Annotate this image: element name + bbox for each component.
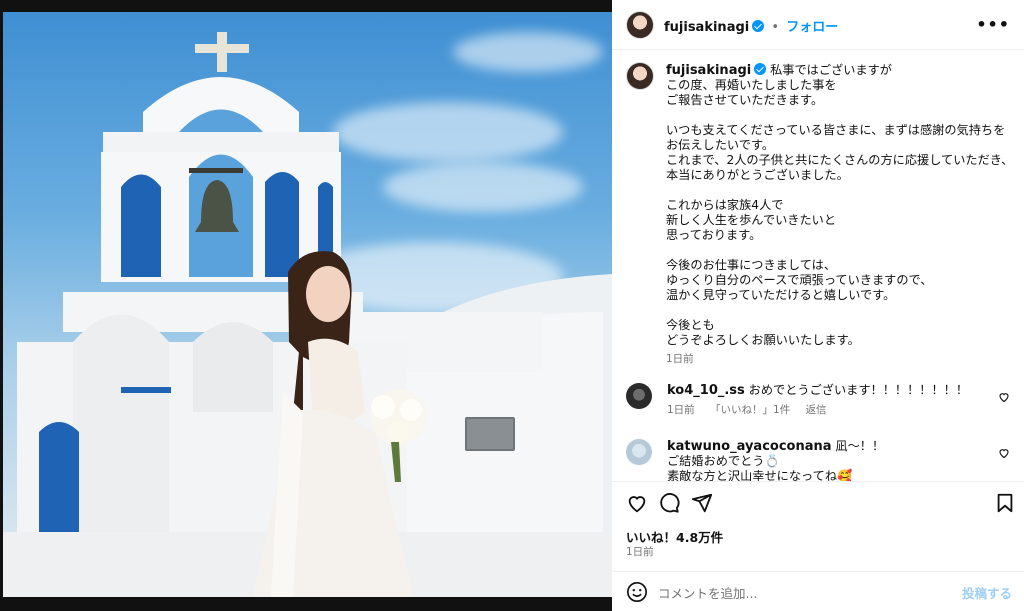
caption-line: ゆっくり自分のペースで頑張っていきますので、	[666, 273, 933, 287]
caption-line	[666, 183, 1016, 198]
header-username[interactable]: fujisakinagi	[664, 20, 749, 35]
verified-icon	[752, 20, 765, 32]
comment-text: おめでとうございます！！！！！！！！	[748, 383, 969, 397]
heart-icon[interactable]	[626, 492, 648, 514]
bookmark-icon[interactable]	[994, 492, 1016, 514]
comment-likes[interactable]: 「いいね！」1件	[710, 404, 790, 416]
caption-line	[666, 243, 1016, 258]
caption-avatar[interactable]	[626, 62, 654, 90]
comment-input[interactable]: コメントを追加...	[658, 583, 757, 602]
caption-line: ご報告させていただきます。	[666, 93, 824, 107]
caption-line: 思っております。	[666, 228, 762, 242]
avatar[interactable]	[626, 11, 654, 39]
caption-line: いつも支えてくださっている皆さまに、まずは感謝の気持ちを	[666, 123, 1006, 137]
caption-line: 今後とも	[666, 318, 715, 332]
like-comment-icon[interactable]	[998, 391, 1010, 403]
post-side-panel: fujisakinagi • フォロー ••• fujisakinagi 私事で…	[612, 0, 1024, 611]
caption-line: この度、再婚いたしました事を	[666, 78, 837, 92]
church-illustration	[3, 32, 612, 597]
verified-icon	[754, 63, 767, 75]
caption-line: 本当にありがとうございました。	[666, 168, 849, 182]
caption-line: 新しく人生を歩んでいきたいと	[666, 213, 837, 227]
caption-line	[666, 108, 1016, 123]
post-header: fujisakinagi • フォロー •••	[612, 0, 1024, 50]
comment-box: コメントを追加... 投稿する	[612, 571, 1024, 611]
caption-line: これまで、2人の子供と共にたくさんの方に応援していただき、	[666, 153, 1014, 167]
post-actions: いいね！4.8万件 1日前	[612, 481, 1024, 571]
follow-button[interactable]: フォロー	[786, 20, 838, 35]
caption-line: お伝えしたいです。	[666, 138, 775, 152]
comment-text: 凪〜！！	[835, 439, 885, 453]
plaque	[465, 417, 515, 451]
comment-text: ご結婚おめでとう💍	[667, 454, 780, 468]
reply-button[interactable]: 返信	[806, 404, 827, 416]
caption-line: 今後のお仕事につきましては、	[666, 258, 837, 272]
comment-icon[interactable]	[658, 492, 680, 514]
commenter-avatar[interactable]	[626, 439, 652, 465]
caption-time[interactable]: 1日前	[666, 352, 1016, 367]
post-time[interactable]: 1日前	[626, 544, 654, 559]
app-frame: fujisakinagi • フォロー ••• fujisakinagi 私事で…	[0, 0, 1024, 611]
separator-dot: •	[771, 20, 780, 35]
comment-username[interactable]: ko4_10_.ss	[667, 383, 745, 398]
share-icon[interactable]	[691, 492, 713, 514]
comment-username[interactable]: katwuno_ayacoconana	[667, 439, 832, 454]
header-user: fujisakinagi • フォロー	[664, 16, 838, 35]
caption-line	[666, 303, 1016, 318]
comments-scroll-area[interactable]: fujisakinagi 私事ではございますが この度、再婚いたしました事を ご…	[612, 51, 1024, 481]
post-comment-button[interactable]: 投稿する	[962, 583, 1012, 602]
caption-line: どうぞよろしくお願いいたします。	[666, 333, 860, 347]
commenter-avatar[interactable]	[626, 383, 652, 409]
caption-line: これからは家族4人で	[666, 198, 784, 212]
post-photo[interactable]	[3, 12, 612, 597]
caption-line: 温かく見守っていただけると嬉しいです。	[666, 288, 896, 302]
like-comment-icon[interactable]	[998, 447, 1010, 459]
post-caption: fujisakinagi 私事ではございますが この度、再婚いたしました事を ご…	[666, 63, 1016, 367]
comment-text: 素敵な方と沢山幸せになってね🥰	[667, 469, 853, 481]
emoji-icon[interactable]	[626, 581, 648, 603]
caption-line: 私事ではございますが	[770, 63, 892, 77]
comment-time[interactable]: 1日前	[667, 404, 695, 416]
caption-username[interactable]: fujisakinagi	[666, 63, 751, 78]
more-options-icon[interactable]: •••	[976, 15, 1010, 34]
